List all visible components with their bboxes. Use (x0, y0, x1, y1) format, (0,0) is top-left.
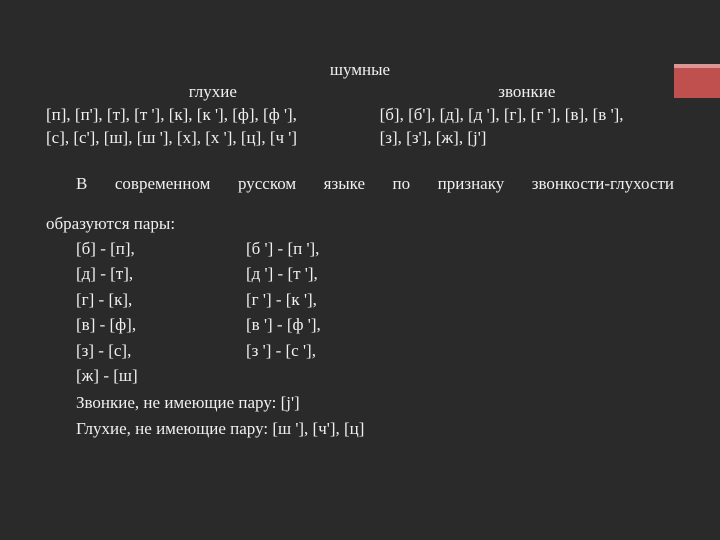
voiceless-line-2: [с], [с'], [ш], [ш '], [х], [х '], [ц], … (46, 127, 380, 150)
pair-b: [б '] - [п '], (246, 236, 446, 262)
heading-voiceless: глухие (46, 82, 380, 102)
pairs-table: [б] - [п], [б '] - [п '], [д] - [т], [д … (46, 236, 674, 389)
pair-a: [в] - [ф], (46, 312, 246, 338)
paragraph-lead: В современном русском языке по признаку … (46, 174, 674, 214)
pair-row: [з] - [с], [з '] - [с '], (46, 338, 674, 364)
pair-b: [д '] - [т '], (246, 261, 446, 287)
pair-row: [г] - [к], [г '] - [к '], (46, 287, 674, 313)
slide: шумные глухие [п], [п'], [т], [т '], [к]… (0, 0, 720, 540)
pair-row: [в] - [ф], [в '] - [ф '], (46, 312, 674, 338)
pair-a: [д] - [т], (46, 261, 246, 287)
pair-row: [д] - [т], [д '] - [т '], (46, 261, 674, 287)
heading-noisy: шумные (46, 60, 674, 80)
voiced-line-2: [з], [з'], [ж], [j'] (380, 127, 674, 150)
pair-a: [з] - [с], (46, 338, 246, 364)
pair-a: [ж] - [ш] (46, 363, 246, 389)
pair-b (246, 363, 446, 389)
voiced-lines: [б], [б'], [д], [д '], [г], [г '], [в], … (380, 104, 674, 150)
pair-a: [б] - [п], (46, 236, 246, 262)
pair-row: [б] - [п], [б '] - [п '], (46, 236, 674, 262)
pair-a: [г] - [к], (46, 287, 246, 313)
voiceless-lines: [п], [п'], [т], [т '], [к], [к '], [ф], … (46, 104, 380, 150)
pair-b: [з '] - [с '], (246, 338, 446, 364)
pair-b: [в '] - [ф '], (246, 312, 446, 338)
trailing-line-2: Глухие, не имеющие пару: [ш '], [ч'], [ц… (46, 416, 674, 442)
trailing-line-1: Звонкие, не имеющие пару: [j'] (46, 390, 674, 416)
paragraph: В современном русском языке по признаку … (46, 174, 674, 234)
corner-accent (674, 64, 720, 98)
voiceless-line-1: [п], [п'], [т], [т '], [к], [к '], [ф], … (46, 104, 380, 127)
paragraph-tail: образуются пары: (46, 214, 674, 234)
pair-b: [г '] - [к '], (246, 287, 446, 313)
columns: глухие [п], [п'], [т], [т '], [к], [к ']… (46, 82, 674, 150)
heading-voiced: звонкие (380, 82, 674, 102)
pair-row: [ж] - [ш] (46, 363, 674, 389)
column-voiceless: глухие [п], [п'], [т], [т '], [к], [к ']… (46, 82, 380, 150)
column-voiced: звонкие [б], [б'], [д], [д '], [г], [г '… (380, 82, 674, 150)
voiced-line-1: [б], [б'], [д], [д '], [г], [г '], [в], … (380, 104, 674, 127)
